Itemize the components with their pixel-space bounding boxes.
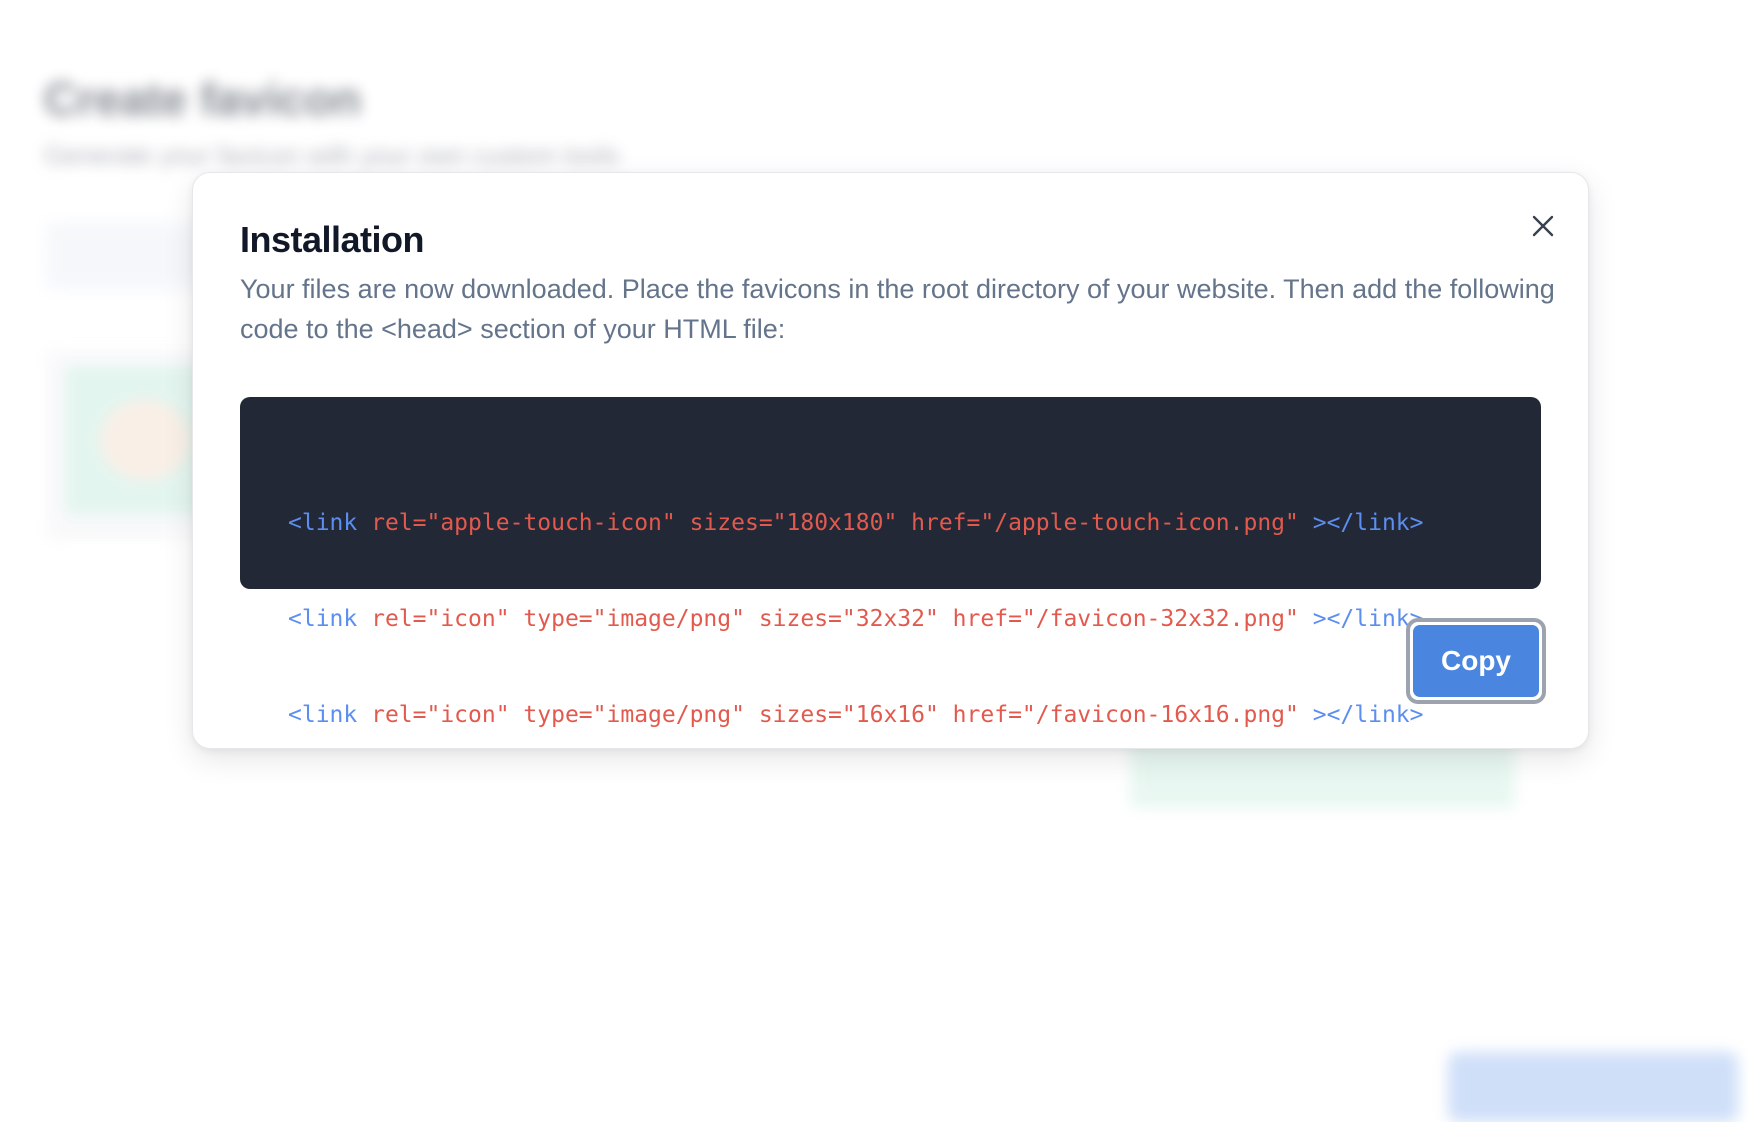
code-attributes: rel="icon" type="image/png" sizes="16x16… bbox=[357, 702, 1313, 728]
code-attributes: rel="icon" type="image/png" sizes="32x32… bbox=[357, 606, 1313, 632]
background-page-title: Create favicon bbox=[44, 73, 362, 125]
close-button[interactable] bbox=[1523, 206, 1563, 246]
code-block[interactable]: <link rel="apple-touch-icon" sizes="180x… bbox=[240, 397, 1541, 728]
code-line: <link rel="icon" type="image/png" sizes=… bbox=[288, 603, 1541, 635]
close-icon bbox=[1532, 215, 1554, 237]
copy-button-label: Copy bbox=[1413, 625, 1539, 697]
modal-description: Your files are now downloaded. Place the… bbox=[240, 274, 1555, 344]
code-tag-close: ></link> bbox=[1312, 702, 1424, 728]
code-tag-close: ></link> bbox=[1312, 510, 1424, 536]
code-tag-open: <link bbox=[288, 606, 358, 632]
background-preview-illustration bbox=[100, 400, 190, 480]
code-line: <link rel="apple-touch-icon" sizes="180x… bbox=[288, 507, 1541, 539]
copy-button[interactable]: Copy bbox=[1406, 618, 1546, 704]
background-page-subtitle: Generate your favicon with your own cust… bbox=[44, 140, 620, 170]
modal-title: Installation bbox=[240, 219, 425, 260]
installation-modal: Installation Your files are now download… bbox=[192, 172, 1589, 749]
code-tag-open: <link bbox=[288, 702, 358, 728]
background-download-button bbox=[1448, 1052, 1738, 1122]
code-tag-open: <link bbox=[288, 510, 358, 536]
code-attributes: rel="apple-touch-icon" sizes="180x180" h… bbox=[357, 510, 1313, 536]
code-line: <link rel="icon" type="image/png" sizes=… bbox=[288, 699, 1541, 731]
